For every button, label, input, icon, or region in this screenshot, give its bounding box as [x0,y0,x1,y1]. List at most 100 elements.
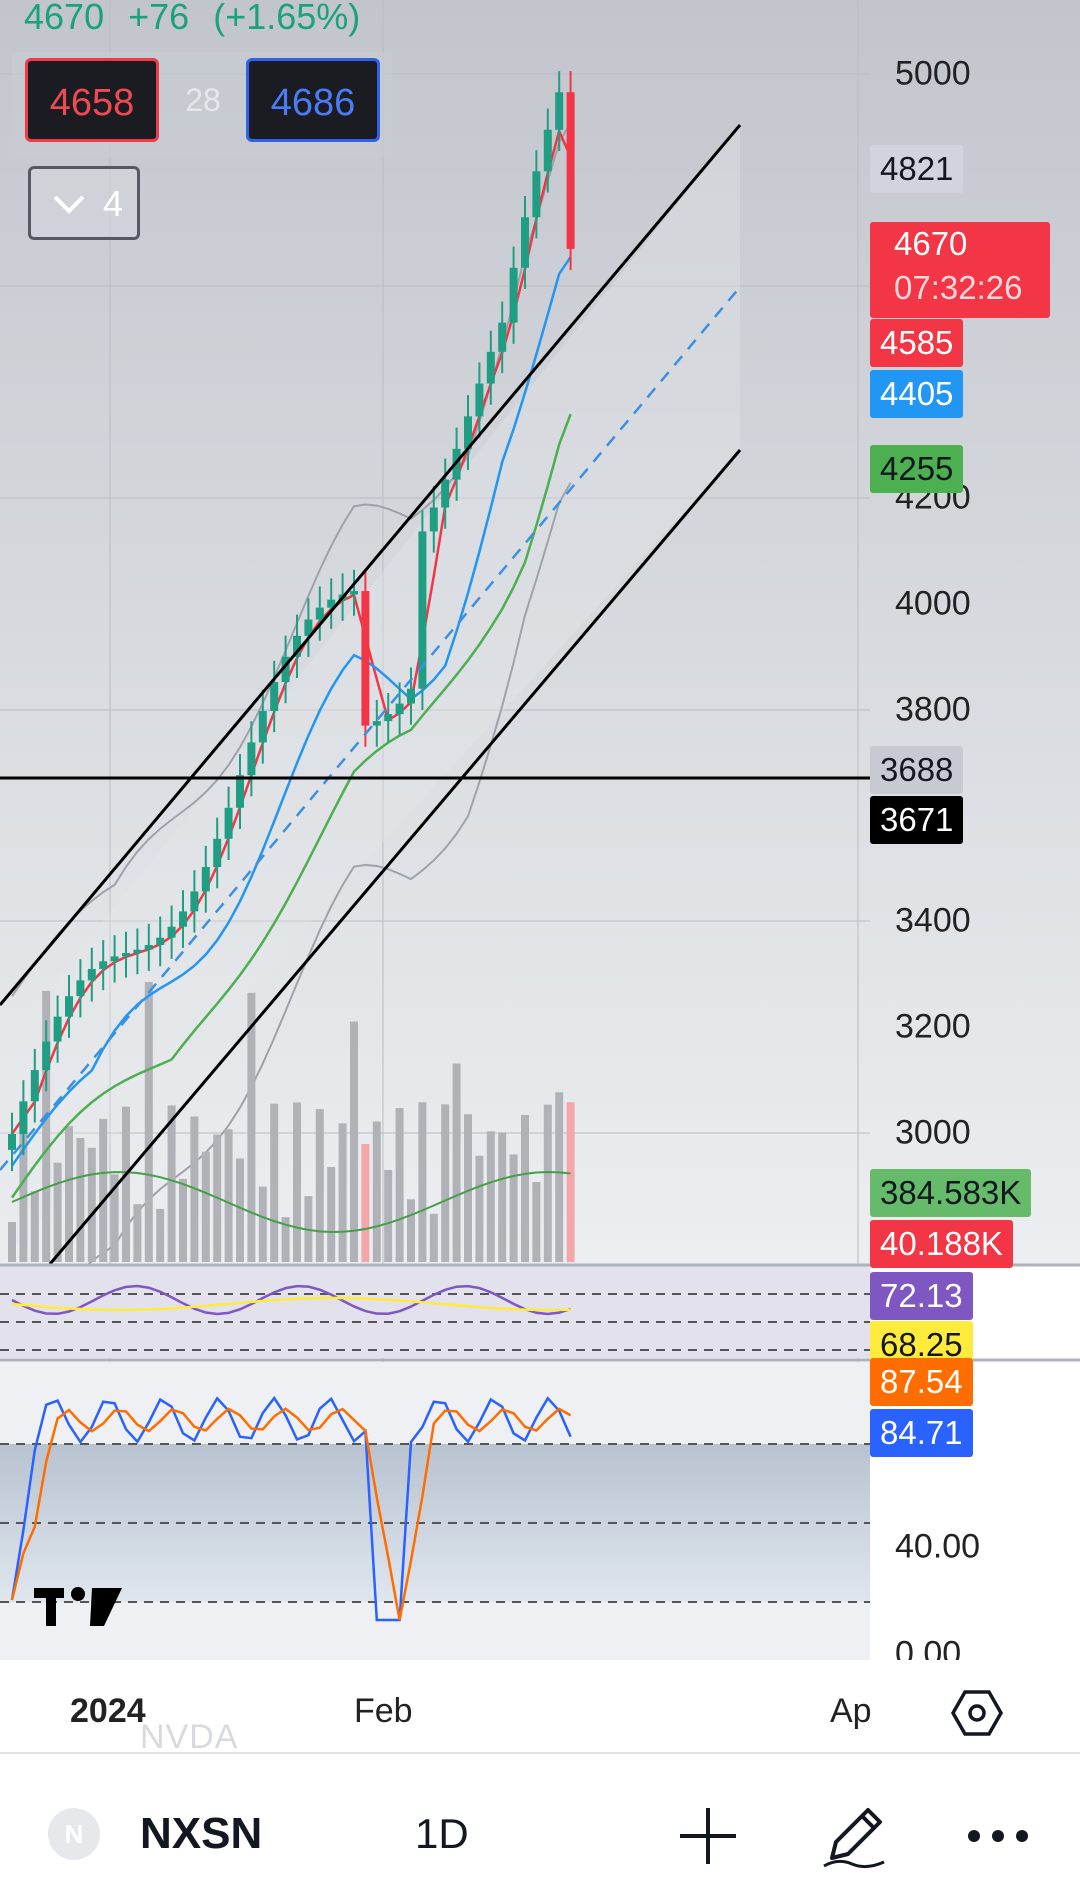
price-tick-3200: 3200 [895,1007,971,1046]
crosshair-price-badge: 3671 [870,796,964,844]
candle-body [65,996,73,1017]
price-tick-3800: 3800 [895,690,971,729]
last-price-badge: 4670 07:32:26 [870,222,1050,318]
volume-bar [395,1108,404,1262]
volume-bar [441,1104,450,1262]
quote-header: 4670 +76 (+1.65%) [24,0,374,38]
volume-bar [532,1182,541,1262]
tradingview-logo [34,1587,122,1626]
candle-body [543,129,552,172]
volume-bar [30,1191,39,1262]
buy-button[interactable]: 4686 [246,58,380,142]
interval-button[interactable]: 1D [415,1808,469,1860]
candle-body [429,507,438,532]
symbol-logo-icon: N [48,1808,100,1860]
price-change-pct: (+1.65%) [213,0,361,37]
ma-green-badge: 4255 [870,445,964,493]
candle-body [555,92,564,130]
symbol-search-button[interactable]: NXSN [140,1808,262,1860]
candle-body [395,703,404,715]
volume-bar [509,1154,518,1262]
time-label-feb: Feb [354,1692,413,1730]
spread-value: 28 [185,82,221,118]
candle-body [270,682,279,711]
candle-body [407,688,415,704]
candle-body [19,1101,28,1134]
volume-bar [167,1105,176,1262]
candle-body [372,721,381,726]
volume-bar [224,1129,233,1262]
candle-body [236,775,244,808]
volume-bar [452,1063,461,1262]
volume-bar [315,1109,324,1262]
bar-countdown: 07:32:26 [894,269,1023,306]
volume-badge: 40.188K [870,1220,1013,1268]
candle-body [167,926,176,938]
candle-body [87,968,96,981]
volume-bar [258,1186,267,1262]
ma-blue-badge: 4405 [870,370,964,418]
candle-body [384,714,393,722]
candle-body [201,867,210,892]
candle-body [53,1016,62,1042]
candle-body [315,607,324,620]
pencil-draw-icon[interactable] [818,1800,890,1872]
candle-body [224,807,233,839]
candle-body [110,956,119,962]
candle-body [361,591,370,726]
volume-bar [498,1132,507,1262]
sell-button[interactable]: 4658 [25,58,159,142]
candle-body [8,1134,16,1150]
candle-body [566,92,575,249]
volume-bar [236,1158,244,1262]
candle-body [30,1070,39,1102]
rsi-pane-bg [0,1266,870,1358]
candle-body [213,838,222,868]
more-dots-icon[interactable] [962,1800,1034,1872]
candle-body [247,742,256,776]
candle-body [486,351,495,384]
volume-bar [384,1169,393,1262]
last-price-badge-value: 4670 [894,225,968,262]
volume-bar [8,1222,16,1262]
settings-hexagon-icon[interactable] [950,1686,1004,1740]
volume-bar [99,1118,108,1262]
candle-body [498,322,507,352]
volume-bar [521,1114,529,1262]
volume-bar [156,1208,165,1262]
candle-body [156,937,165,946]
candle-body [133,949,142,954]
volume-bar [464,1114,472,1262]
volume-bar [144,982,153,1262]
volume-bar [418,1102,427,1262]
high-level-badge: 4821 [870,145,964,193]
price-tick-3000: 3000 [895,1113,971,1152]
volume-bar [270,1103,279,1262]
ghost-symbol: NVDA [140,1718,239,1756]
volume-bar [338,1123,347,1262]
volume-bar [53,1162,62,1262]
volume-bar [133,1204,142,1262]
volume-bar [247,992,256,1262]
volume-bar [327,1167,336,1262]
price-tick-3400: 3400 [895,901,971,940]
volume-bar [475,1155,484,1262]
volume-bar [566,1102,575,1262]
candle-body [521,217,529,268]
volume-bar [87,1147,96,1262]
volume-ma-badge: 384.583K [870,1169,1032,1217]
indicators-collapse-button[interactable]: 4 [28,166,140,240]
candle-body [76,980,85,997]
plus-icon[interactable] [672,1800,744,1872]
volume-bar [429,1213,438,1262]
candle-body [350,591,358,595]
volume-bar [350,1021,358,1262]
rsi-badge: 72.13 [870,1272,973,1320]
price-change: +76 [128,0,190,37]
time-label-2024: 2024 [70,1692,146,1730]
candle-body [258,710,267,743]
indicator-count: 4 [103,183,124,224]
candle-body [475,383,484,417]
volume-bar [543,1104,552,1262]
level-line-badge: 3688 [870,746,964,794]
